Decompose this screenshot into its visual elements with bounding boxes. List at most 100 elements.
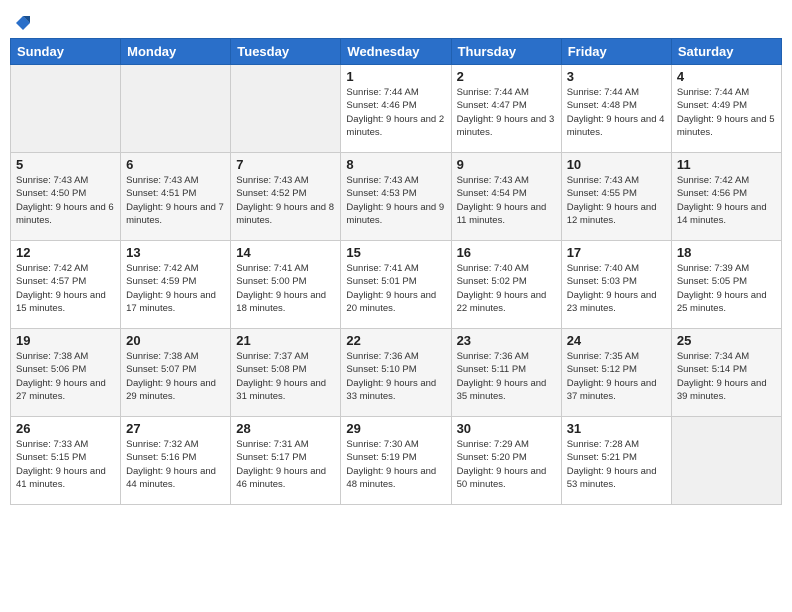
day-info: Sunrise: 7:38 AM Sunset: 5:06 PM Dayligh… xyxy=(16,350,115,403)
day-number: 15 xyxy=(346,245,445,260)
day-number: 23 xyxy=(457,333,556,348)
day-number: 18 xyxy=(677,245,776,260)
calendar-cell: 22 Sunrise: 7:36 AM Sunset: 5:10 PM Dayli… xyxy=(341,329,451,417)
day-number: 16 xyxy=(457,245,556,260)
day-number: 27 xyxy=(126,421,225,436)
day-number: 20 xyxy=(126,333,225,348)
logo-icon xyxy=(16,16,30,30)
calendar-cell: 13 Sunrise: 7:42 AM Sunset: 4:59 PM Dayli… xyxy=(121,241,231,329)
day-info: Sunrise: 7:44 AM Sunset: 4:49 PM Dayligh… xyxy=(677,86,776,139)
day-info: Sunrise: 7:31 AM Sunset: 5:17 PM Dayligh… xyxy=(236,438,335,491)
calendar-cell xyxy=(11,65,121,153)
calendar-cell xyxy=(231,65,341,153)
day-info: Sunrise: 7:43 AM Sunset: 4:54 PM Dayligh… xyxy=(457,174,556,227)
calendar-week-row: 5Sunrise: 7:43 AM Sunset: 4:50 PM Daylig… xyxy=(11,153,782,241)
calendar-cell: 5Sunrise: 7:43 AM Sunset: 4:50 PM Daylig… xyxy=(11,153,121,241)
page: SundayMondayTuesdayWednesdayThursdayFrid… xyxy=(0,0,792,612)
calendar-cell: 31Sunrise: 7:28 AM Sunset: 5:21 PM Dayli… xyxy=(561,417,671,505)
day-number: 28 xyxy=(236,421,335,436)
weekday-header: Wednesday xyxy=(341,39,451,65)
day-info: Sunrise: 7:37 AM Sunset: 5:08 PM Dayligh… xyxy=(236,350,335,403)
weekday-header: Tuesday xyxy=(231,39,341,65)
day-info: Sunrise: 7:34 AM Sunset: 5:14 PM Dayligh… xyxy=(677,350,776,403)
day-number: 13 xyxy=(126,245,225,260)
day-number: 11 xyxy=(677,157,776,172)
calendar-cell: 6 Sunrise: 7:43 AM Sunset: 4:51 PM Daylig… xyxy=(121,153,231,241)
day-info: Sunrise: 7:36 AM Sunset: 5:10 PM Dayligh… xyxy=(346,350,445,403)
day-number: 5 xyxy=(16,157,115,172)
day-number: 10 xyxy=(567,157,666,172)
day-info: Sunrise: 7:32 AM Sunset: 5:16 PM Dayligh… xyxy=(126,438,225,491)
calendar-cell: 18 Sunrise: 7:39 AM Sunset: 5:05 PM Dayli… xyxy=(671,241,781,329)
day-number: 12 xyxy=(16,245,115,260)
day-number: 4 xyxy=(677,69,776,84)
calendar-cell: 24 Sunrise: 7:35 AM Sunset: 5:12 PM Dayli… xyxy=(561,329,671,417)
day-info: Sunrise: 7:41 AM Sunset: 5:01 PM Dayligh… xyxy=(346,262,445,315)
calendar-cell: 9 Sunrise: 7:43 AM Sunset: 4:54 PM Daylig… xyxy=(451,153,561,241)
calendar-cell: 1 Sunrise: 7:44 AM Sunset: 4:46 PM Daylig… xyxy=(341,65,451,153)
calendar-cell: 7 Sunrise: 7:43 AM Sunset: 4:52 PM Daylig… xyxy=(231,153,341,241)
calendar-cell xyxy=(671,417,781,505)
day-number: 26 xyxy=(16,421,115,436)
calendar-cell: 12 Sunrise: 7:42 AM Sunset: 4:57 PM Dayli… xyxy=(11,241,121,329)
calendar-cell: 23 Sunrise: 7:36 AM Sunset: 5:11 PM Dayli… xyxy=(451,329,561,417)
day-info: Sunrise: 7:43 AM Sunset: 4:51 PM Dayligh… xyxy=(126,174,225,227)
calendar-week-row: 26 Sunrise: 7:33 AM Sunset: 5:15 PM Dayli… xyxy=(11,417,782,505)
logo xyxy=(14,14,30,30)
calendar-cell: 30 Sunrise: 7:29 AM Sunset: 5:20 PM Dayli… xyxy=(451,417,561,505)
day-info: Sunrise: 7:38 AM Sunset: 5:07 PM Dayligh… xyxy=(126,350,225,403)
day-number: 3 xyxy=(567,69,666,84)
calendar-header-row: SundayMondayTuesdayWednesdayThursdayFrid… xyxy=(11,39,782,65)
day-info: Sunrise: 7:44 AM Sunset: 4:48 PM Dayligh… xyxy=(567,86,666,139)
weekday-header: Sunday xyxy=(11,39,121,65)
weekday-header: Monday xyxy=(121,39,231,65)
day-number: 1 xyxy=(346,69,445,84)
day-number: 24 xyxy=(567,333,666,348)
day-info: Sunrise: 7:44 AM Sunset: 4:46 PM Dayligh… xyxy=(346,86,445,139)
day-info: Sunrise: 7:36 AM Sunset: 5:11 PM Dayligh… xyxy=(457,350,556,403)
calendar-cell: 2Sunrise: 7:44 AM Sunset: 4:47 PM Daylig… xyxy=(451,65,561,153)
day-info: Sunrise: 7:39 AM Sunset: 5:05 PM Dayligh… xyxy=(677,262,776,315)
day-info: Sunrise: 7:30 AM Sunset: 5:19 PM Dayligh… xyxy=(346,438,445,491)
calendar-cell: 28 Sunrise: 7:31 AM Sunset: 5:17 PM Dayli… xyxy=(231,417,341,505)
day-info: Sunrise: 7:43 AM Sunset: 4:55 PM Dayligh… xyxy=(567,174,666,227)
day-number: 6 xyxy=(126,157,225,172)
calendar-cell: 27 Sunrise: 7:32 AM Sunset: 5:16 PM Dayli… xyxy=(121,417,231,505)
day-number: 30 xyxy=(457,421,556,436)
calendar-cell: 21 Sunrise: 7:37 AM Sunset: 5:08 PM Dayli… xyxy=(231,329,341,417)
calendar-table: SundayMondayTuesdayWednesdayThursdayFrid… xyxy=(10,38,782,505)
calendar-week-row: 12 Sunrise: 7:42 AM Sunset: 4:57 PM Dayli… xyxy=(11,241,782,329)
weekday-header: Friday xyxy=(561,39,671,65)
day-number: 2 xyxy=(457,69,556,84)
day-info: Sunrise: 7:28 AM Sunset: 5:21 PM Dayligh… xyxy=(567,438,666,491)
day-info: Sunrise: 7:43 AM Sunset: 4:53 PM Dayligh… xyxy=(346,174,445,227)
day-number: 21 xyxy=(236,333,335,348)
day-number: 29 xyxy=(346,421,445,436)
day-number: 22 xyxy=(346,333,445,348)
calendar-cell: 3 Sunrise: 7:44 AM Sunset: 4:48 PM Daylig… xyxy=(561,65,671,153)
day-number: 19 xyxy=(16,333,115,348)
day-info: Sunrise: 7:35 AM Sunset: 5:12 PM Dayligh… xyxy=(567,350,666,403)
day-number: 9 xyxy=(457,157,556,172)
day-info: Sunrise: 7:33 AM Sunset: 5:15 PM Dayligh… xyxy=(16,438,115,491)
calendar-cell xyxy=(121,65,231,153)
day-number: 7 xyxy=(236,157,335,172)
day-number: 8 xyxy=(346,157,445,172)
day-info: Sunrise: 7:42 AM Sunset: 4:59 PM Dayligh… xyxy=(126,262,225,315)
calendar-cell: 26 Sunrise: 7:33 AM Sunset: 5:15 PM Dayli… xyxy=(11,417,121,505)
day-info: Sunrise: 7:41 AM Sunset: 5:00 PM Dayligh… xyxy=(236,262,335,315)
calendar-cell: 10 Sunrise: 7:43 AM Sunset: 4:55 PM Dayli… xyxy=(561,153,671,241)
calendar-cell: 4 Sunrise: 7:44 AM Sunset: 4:49 PM Daylig… xyxy=(671,65,781,153)
day-info: Sunrise: 7:42 AM Sunset: 4:56 PM Dayligh… xyxy=(677,174,776,227)
calendar-cell: 20 Sunrise: 7:38 AM Sunset: 5:07 PM Dayli… xyxy=(121,329,231,417)
day-info: Sunrise: 7:29 AM Sunset: 5:20 PM Dayligh… xyxy=(457,438,556,491)
logo-text xyxy=(14,14,30,30)
day-number: 25 xyxy=(677,333,776,348)
day-info: Sunrise: 7:43 AM Sunset: 4:52 PM Dayligh… xyxy=(236,174,335,227)
calendar-cell: 19 Sunrise: 7:38 AM Sunset: 5:06 PM Dayli… xyxy=(11,329,121,417)
calendar-cell: 17Sunrise: 7:40 AM Sunset: 5:03 PM Dayli… xyxy=(561,241,671,329)
calendar-cell: 8 Sunrise: 7:43 AM Sunset: 4:53 PM Daylig… xyxy=(341,153,451,241)
calendar-week-row: 19 Sunrise: 7:38 AM Sunset: 5:06 PM Dayli… xyxy=(11,329,782,417)
day-info: Sunrise: 7:42 AM Sunset: 4:57 PM Dayligh… xyxy=(16,262,115,315)
calendar-cell: 25 Sunrise: 7:34 AM Sunset: 5:14 PM Dayli… xyxy=(671,329,781,417)
